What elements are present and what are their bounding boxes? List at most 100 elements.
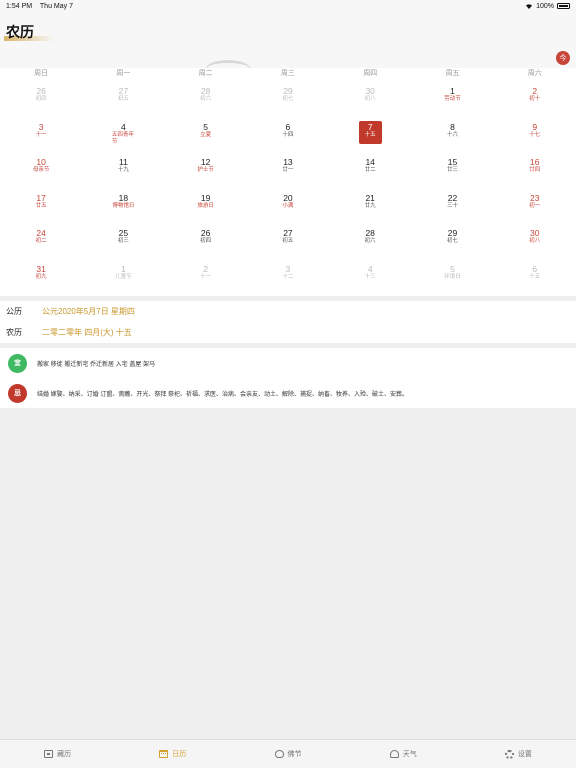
day-cell[interactable]: 6 十五 [494, 257, 576, 293]
day-number: 1 [121, 263, 126, 274]
day-cell[interactable]: 28 初六 [329, 221, 411, 257]
day-number: 3 [38, 121, 44, 132]
day-cell[interactable]: 25 初三 [82, 221, 164, 257]
suitable-row: 宜 搬家 移徙 搬迁新宅 乔迁新居 入宅 盖屋 架马 [0, 348, 576, 378]
day-cell[interactable]: 20 小满 [247, 186, 329, 222]
weekday-label: 周六 [527, 70, 542, 77]
day-cell-inner: 24 初二 [30, 227, 53, 250]
day-lunar-label: 初六 [200, 96, 212, 102]
day-number: 22 [447, 192, 458, 203]
day-number: 27 [118, 86, 129, 96]
avoid-badge: 忌 [8, 383, 27, 403]
day-number: 1 [450, 86, 455, 96]
day-cell[interactable]: 15 廿三 [411, 150, 493, 186]
day-cell[interactable]: 5 环境日 [411, 257, 493, 293]
day-cell[interactable]: 5 立夏 [165, 115, 247, 151]
day-cell-inner: 2 初十 [523, 85, 546, 108]
day-lunar-label: 十七 [529, 131, 541, 138]
day-cell-inner: 5 环境日 [441, 263, 464, 286]
today-button[interactable]: 今 [556, 51, 570, 65]
day-number: 21 [365, 192, 375, 203]
day-cell[interactable]: 7 十五 [329, 115, 411, 151]
day-cell[interactable]: 4 五四青年节 [82, 115, 164, 151]
day-cell-inner: 1 劳动节 [441, 85, 464, 108]
day-cell[interactable]: 21 廿九 [329, 186, 411, 222]
day-lunar-label: 环境日 [444, 273, 461, 280]
day-cell[interactable]: 6 十四 [247, 115, 329, 151]
day-number: 28 [365, 228, 375, 238]
day-cell-inner: 13 廿一 [276, 156, 299, 179]
day-cell[interactable]: 2 十一 [165, 257, 247, 293]
avoid-text: 结婚 嫁娶、纳采、订婚 订盟、斋醮、开光、祭拜 祭祀、祈福、求医、治病、会亲友、… [37, 391, 409, 398]
day-cell[interactable]: 26 初四 [165, 221, 247, 257]
day-number: 2 [532, 86, 538, 96]
tab-calendar[interactable]: 日历 [115, 740, 230, 768]
day-cell[interactable]: 11 十九 [82, 150, 164, 186]
day-cell-inner: 9 十七 [523, 121, 546, 144]
day-number: 26 [200, 228, 211, 238]
day-cell[interactable]: 10 母亲节 [0, 150, 82, 186]
tab-label: 天气 [402, 751, 417, 758]
battery-percent: 100% [536, 2, 554, 10]
day-cell[interactable]: 12 护士节 [165, 150, 247, 186]
day-cell[interactable]: 16 廿四 [494, 150, 576, 186]
day-cell-inner: 27 初五 [112, 85, 135, 108]
day-cell[interactable]: 17 廿五 [0, 186, 82, 222]
daily-advice: 宜 搬家 移徙 搬迁新宅 乔迁新居 入宅 盖屋 架马 忌 结婚 嫁娶、纳采、订婚… [0, 348, 576, 408]
day-cell[interactable]: 18 博物馆日 [82, 186, 164, 222]
day-cell[interactable]: 27 初五 [247, 221, 329, 257]
day-number: 10 [36, 157, 46, 167]
day-cell[interactable]: 9 十七 [494, 115, 576, 151]
day-cell[interactable]: 28 初六 [165, 79, 247, 115]
day-cell[interactable]: 29 初七 [411, 221, 493, 257]
buddha-icon [274, 750, 284, 758]
day-cell[interactable]: 13 廿一 [247, 150, 329, 186]
day-number: 31 [36, 263, 46, 274]
tab-settings[interactable]: 设置 [461, 740, 576, 768]
day-cell-inner: 15 廿三 [441, 156, 464, 179]
day-cell-inner: 5 立夏 [194, 121, 217, 144]
day-cell[interactable]: 30 初八 [494, 221, 576, 257]
day-cell-inner: 30 初八 [523, 227, 546, 250]
status-right: 100% [525, 3, 570, 10]
tab-tibetan-calendar[interactable]: 藏历 [0, 740, 115, 768]
day-cell-inner: 27 初五 [276, 227, 299, 250]
day-cell-inner: 4 五四青年节 [112, 121, 135, 145]
day-cell[interactable]: 1 儿童节 [82, 257, 164, 293]
day-lunar-label: 廿五 [35, 202, 47, 209]
day-lunar-label: 初二 [35, 238, 47, 244]
day-lunar-label: 十二 [282, 273, 294, 280]
day-lunar-label: 初五 [117, 96, 129, 102]
tab-weather[interactable]: 天气 [346, 740, 461, 768]
day-cell-inner: 6 十五 [523, 263, 546, 286]
day-cell[interactable]: 23 初一 [494, 186, 576, 222]
day-cell[interactable]: 3 十二 [247, 257, 329, 293]
day-cell[interactable]: 14 廿二 [329, 150, 411, 186]
day-cell[interactable]: 3 十一 [0, 115, 82, 151]
day-cell[interactable]: 4 十三 [329, 257, 411, 293]
day-number: 15 [447, 157, 458, 167]
day-cell[interactable]: 19 旅游日 [165, 186, 247, 222]
day-number: 29 [283, 86, 293, 96]
day-cell-inner: 3 十一 [30, 121, 53, 144]
day-cell[interactable]: 27 初五 [82, 79, 164, 115]
day-cell[interactable]: 1 劳动节 [411, 79, 493, 115]
suitable-badge: 宜 [8, 353, 27, 373]
day-cell-inner: 19 旅游日 [194, 192, 217, 215]
weekday-header: 周日 周一 周二 周三 周四 周五 周六 [0, 68, 576, 79]
day-number: 9 [532, 121, 538, 132]
day-cell[interactable]: 29 初七 [247, 79, 329, 115]
day-cell[interactable]: 22 三十 [411, 186, 493, 222]
day-cell[interactable]: 30 初八 [329, 79, 411, 115]
day-cell[interactable]: 2 初十 [494, 79, 576, 115]
day-cell[interactable]: 26 初四 [0, 79, 82, 115]
day-cell[interactable]: 24 初二 [0, 221, 82, 257]
status-date: Thu May 7 [39, 2, 73, 10]
day-cell[interactable]: 31 初九 [0, 257, 82, 293]
tab-buddhist-festivals[interactable]: 佛节 [230, 740, 345, 768]
day-number: 19 [200, 192, 211, 203]
day-cell-inner: 22 三十 [441, 192, 464, 215]
day-cell[interactable]: 8 十六 [411, 115, 493, 151]
day-number: 3 [285, 263, 291, 274]
day-lunar-label: 小满 [282, 202, 294, 209]
